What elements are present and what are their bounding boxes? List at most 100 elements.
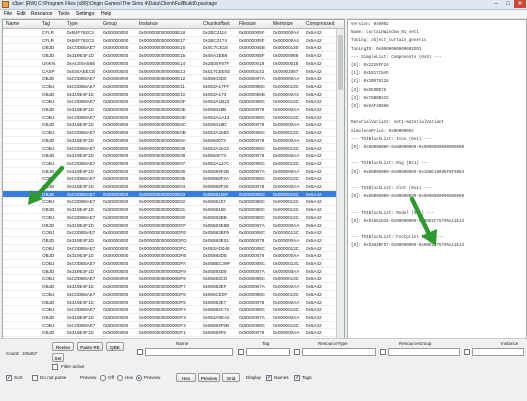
table-row[interactable]: OBJD 0x319E4F1D 0x00000000 0x0000000000000D… (3, 299, 336, 307)
table-row[interactable]: OBJD 0x319E4F1D 0x00000000 0x0000000000000D… (3, 268, 336, 276)
cell-type: 0x319E4F1D (67, 91, 94, 97)
table-row[interactable]: COBJ 0xC0DB5AE7 0x00000000 0x0000000000000D… (3, 291, 336, 299)
table-row[interactable]: CFLR 0xB4F762C3 0x00000000 0x0000000000000E… (3, 37, 336, 45)
cell-group: 0x00000000 (103, 60, 129, 66)
filter-resourcegroup-check[interactable] (380, 349, 386, 355)
filter-resourcetype-input[interactable] (302, 348, 376, 356)
table-row[interactable]: OBJD 0x319E4F1D 0x00000000 0x0000000000000D… (3, 222, 336, 230)
table-row[interactable]: OBJD 0xC0DB5AE7 0x00000000 0x0000000000000E… (3, 44, 336, 53)
scrollbar-thumb[interactable] (338, 35, 343, 90)
preview-button[interactable]: Preview (198, 373, 220, 382)
menu-resource[interactable]: Resource (31, 11, 52, 17)
cell-filesize: 0x0000008C (239, 276, 266, 282)
table-row[interactable]: COBJ 0xC0DB5AE7 0x00000000 0x0000000000000D… (3, 275, 336, 284)
menu-file[interactable]: File (4, 11, 12, 17)
cell-chunkoffset: 0x055CE0F (203, 291, 228, 297)
table-row[interactable]: COBJ 0xC0DB5AE7 0x00000000 0x0000000000000E… (3, 145, 336, 153)
cell-group: 0x00000000 (103, 199, 129, 205)
table-row[interactable]: OBJD 0x319E4F1D 0x00000000 0x0000000000000E… (3, 152, 336, 160)
cell-instance: 0x0000000000000E11 (139, 83, 185, 89)
table-row[interactable]: OBJD 0x319E4F1D 0x00000000 0x0000000000000E… (3, 91, 336, 99)
col-header-memsize[interactable]: Memsize (273, 21, 293, 27)
cell-compressed: 0x5A42 (306, 153, 322, 159)
filter-instance-check[interactable] (464, 349, 470, 355)
table-row[interactable]: OBJD 0x319E4F1D 0x00000000 0x0000000000000D… (3, 314, 336, 322)
cell-instance: 0x0000000000000DFE (139, 230, 187, 236)
table-row[interactable]: COBJ 0xC0DB5AE7 0x00000000 0x0000000000000E… (3, 214, 336, 222)
preview-preview-radio[interactable] (136, 375, 142, 381)
col-header-compressed[interactable]: Compressed (306, 21, 334, 27)
filter-name-input[interactable] (145, 348, 233, 356)
cell-group: 0x00000000 (103, 307, 129, 313)
menu-help[interactable]: Help (101, 11, 111, 17)
qbe-button[interactable]: QBE (106, 342, 124, 351)
grid-button[interactable]: Grid (222, 373, 240, 382)
table-row[interactable]: OBJD 0x319E4F1D 0x00000000 0x0000000000000D… (3, 283, 336, 291)
filter-active-checkbox[interactable] (52, 364, 58, 370)
filter-tag-check[interactable] (238, 349, 244, 355)
col-header-name[interactable]: Name (6, 21, 19, 27)
table-row[interactable]: OBJD 0x319E4F1D 0x00000000 0x0000000000000E… (3, 206, 336, 214)
table-row[interactable]: COBJ 0xC0DB5AE7 0x00000000 0x0000000000000E… (3, 129, 336, 137)
menu-edit[interactable]: Edit (17, 11, 26, 17)
col-header-tag[interactable]: Tag (42, 21, 50, 27)
set-button[interactable]: Set (52, 353, 64, 362)
table-row[interactable]: OBJD 0x319E4F1D 0x00000000 0x0000000000000D… (3, 252, 336, 260)
tags-checkbox[interactable]: ✓ (294, 375, 300, 381)
cell-chunkoffset: 0x053A17FF (203, 83, 230, 89)
table-row[interactable]: OBJD 0x319E4F1D 0x00000000 0x0000000000000D… (3, 237, 336, 245)
minimize-button[interactable]: – (490, 0, 502, 8)
grid-scrollbar[interactable] (336, 29, 344, 338)
table-row[interactable]: CASP 0x034AEECB 0x00000000 0x0000000000000E… (3, 68, 336, 76)
table-row[interactable]: OBJD 0x319E4F1D 0x00000000 0x0000000000000E… (3, 137, 336, 145)
filter-resourcegroup-input[interactable] (388, 348, 460, 356)
col-header-group[interactable]: Group (103, 21, 117, 27)
col-header-instance[interactable]: Instance (139, 21, 158, 27)
paste-rk-button[interactable]: Paste RK (77, 342, 103, 351)
table-row[interactable]: OBJD 0x319E4F1D 0x00000000 0x0000000000000E… (3, 106, 336, 114)
menu-settings[interactable]: Settings (76, 11, 94, 17)
names-checkbox[interactable]: ✓ (266, 375, 272, 381)
do-not-parse-checkbox[interactable] (32, 375, 38, 381)
cell-compressed: 0x5A42 (306, 114, 322, 120)
hex-button[interactable]: Hex (176, 373, 196, 382)
table-row[interactable]: OBJD 0x319E4F1D 0x00000000 0x0000000000000E… (3, 52, 336, 60)
filter-name-check[interactable] (137, 349, 143, 355)
cell-type: 0x319E4F1D (67, 222, 94, 228)
cell-instance: 0x0000000000000E14 (139, 60, 186, 66)
table-row[interactable]: OBJD 0x319E4F1D 0x00000000 0x0000000000000D… (3, 329, 336, 337)
table-row[interactable]: CFLR 0xB4F762C3 0x00000000 0x0000000000000E… (3, 29, 336, 37)
table-row[interactable]: OBJD 0x319E4F1D 0x00000000 0x0000000000000E… (3, 121, 336, 130)
cell-memsize: 0x0000013C (273, 245, 300, 251)
table-row[interactable]: COBJ 0xC0DB5AE7 0x00000000 0x0000000000000D… (3, 322, 336, 330)
cell-filesize: 0x0000007A (239, 168, 265, 174)
sort-checkbox[interactable]: ✓ (6, 375, 12, 381)
table-row[interactable]: OBJD 0xC0DB5AE7 0x00000000 0x0000000000000E… (3, 75, 336, 83)
table-row[interactable]: COBJ 0xC0DB5AE7 0x00000000 0x0000000000000D… (3, 260, 336, 268)
cell-filesize: 0x00000078 (239, 137, 265, 143)
table-row[interactable]: COBJ 0xC0DB5AE7 0x00000000 0x0000000000000D… (3, 229, 336, 237)
filter-tag-input[interactable] (246, 348, 290, 356)
col-header-filesize[interactable]: Filesize (239, 21, 256, 27)
filter-resourcetype-check[interactable] (294, 349, 300, 355)
revise-button[interactable]: Revise (52, 342, 74, 351)
table-row[interactable]: COBJ 0xC0DB5AE7 0x00000000 0x0000000000000E… (3, 98, 336, 106)
table-row[interactable]: COBJ 0xC0DB5AE7 0x00000000 0x0000000000000D… (3, 245, 336, 253)
col-header-type[interactable]: Type (67, 21, 78, 27)
preview-preview-label: Preview (144, 375, 161, 380)
cell-compressed: 0x5A42 (306, 30, 322, 35)
table-row[interactable]: UNKN 0xACE5A5B6 0x00000000 0x0000000000000E… (3, 60, 336, 68)
table-row[interactable]: COBJ 0xC0DB5AE7 0x00000000 0x0000000000000E… (3, 114, 336, 122)
col-header-chunkoffset[interactable]: Chunkoffset (203, 21, 230, 27)
close-button[interactable]: ✕ (514, 0, 526, 8)
cell-group: 0x00000000 (103, 145, 129, 151)
menu-tools[interactable]: Tools (58, 11, 70, 17)
preview-hex-radio[interactable] (117, 375, 123, 381)
table-row[interactable]: COBJ 0xC0DB5AE7 0x00000000 0x0000000000000D… (3, 306, 336, 314)
preview-off-radio[interactable] (100, 375, 106, 381)
preview-line: [2]: 0x2B079128 (351, 80, 389, 85)
maximize-button[interactable]: □ (502, 0, 514, 8)
cell-tag: OBJD (42, 253, 55, 259)
filter-instance-input[interactable] (472, 348, 524, 356)
table-row[interactable]: COBJ 0xC0DB5AE7 0x00000000 0x0000000000000E… (3, 83, 336, 91)
